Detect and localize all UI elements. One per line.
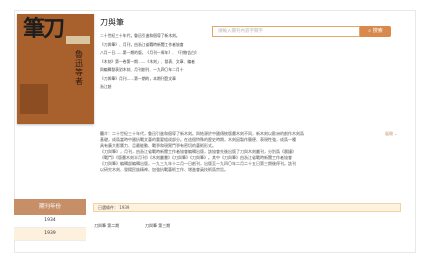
summary-line: 二十世紀三十年代，魯迅引進和倡導了新木刻。與結源於中國傳統版畫木刻不同，新木刻以… (112, 131, 304, 136)
search-button-label: 搜索 (372, 28, 383, 34)
page-title: 刀與筆 (100, 18, 124, 27)
cover-vertical-text: 魯迅等者 (75, 50, 83, 86)
cover-band (20, 84, 48, 114)
issue-link[interactable]: 刀與筆 第三期 (145, 223, 170, 229)
cover-stamp (66, 36, 90, 44)
sidebar-title: 期刊年份 (14, 199, 86, 215)
filter-label: 已選條件： (98, 205, 118, 210)
toc-item[interactable]: 八月一日……第一期的版，《月刊一周年》、《刊物告白》 (100, 49, 210, 58)
search-icon: ⌕ (368, 28, 372, 34)
summary-line: 以研究木刻、發揚民族精神、加強抗戰藝術工作、增進會員技術爲宗旨。 (100, 167, 228, 172)
search-input[interactable]: 請輸入關刊內容字關字 (212, 26, 360, 37)
toc-item[interactable]: 與編輯發表對木刻、月刊創刊、一九四〇年二月十 (100, 66, 210, 75)
table-of-contents: 二十世紀三十年代，魯迅引進和倡導了新木刻。 《刀與筆》、月刊，由浙江省戰時新聞工… (100, 32, 210, 92)
cover-title: 筆刀 (23, 17, 65, 42)
sidebar-item-year[interactable]: 1934 (14, 215, 86, 228)
issue-link[interactable]: 刀與筆 第二期 (94, 223, 119, 229)
toc-item[interactable]: 《木刻》第一卷第一期……《木刻」、發表、文章、編者 (100, 58, 210, 67)
toc-item[interactable]: 《刀與筆》月刊……第一期的，本期刊登文章 (100, 75, 210, 84)
sidebar-item-year-active[interactable]: 1939 (14, 228, 86, 241)
filter-bar: 已選條件： 1939 (93, 203, 401, 212)
search-button[interactable]: ⌕ 搜索 (360, 26, 391, 37)
toc-item[interactable]: 《刀與筆》、月刊，由浙江省戰時新聞工作者協會 (100, 41, 210, 50)
filter-value[interactable]: 1939 (119, 205, 129, 210)
summary-label: 簡介： (100, 131, 112, 136)
book-summary: 簡介：二十世紀三十年代，魯迅引進和倡導了新木刻。與結源於中國傳統版畫木刻不同，新… (100, 131, 396, 173)
expand-button[interactable]: 展開 ⌄ (385, 131, 398, 137)
toc-item[interactable]: 浙江創 (100, 83, 210, 92)
book-cover[interactable]: 筆刀 魯迅等者 (17, 14, 94, 124)
toc-item[interactable]: 二十世紀三十年代，魯迅引進和倡導了新木刻。 (100, 32, 210, 41)
